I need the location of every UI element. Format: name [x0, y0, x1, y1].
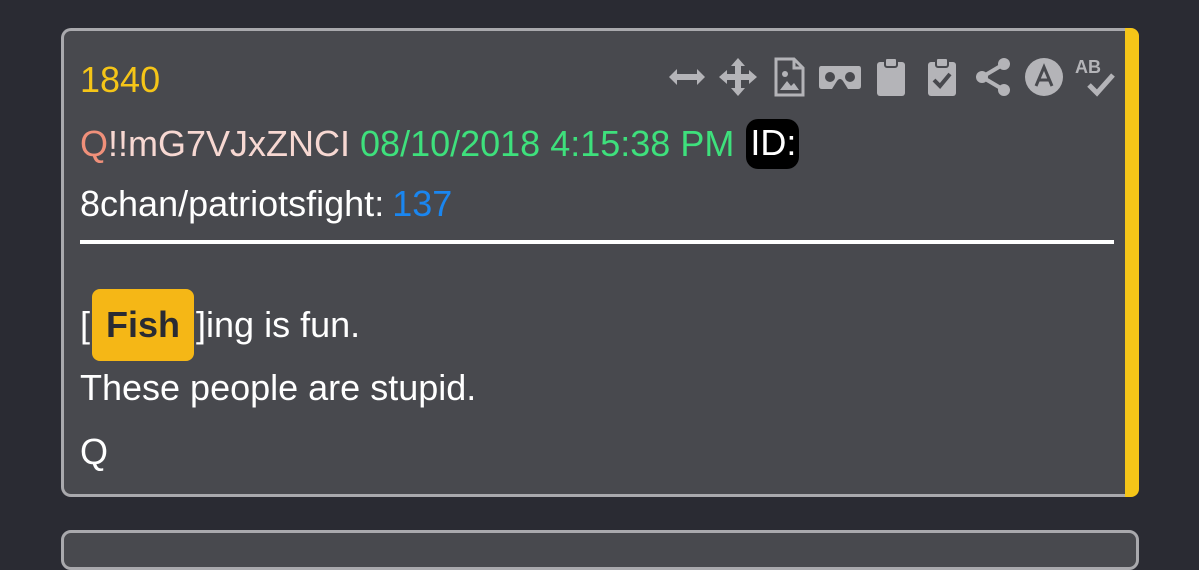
clipboard-check-icon[interactable] [920, 55, 964, 99]
resize-horizontal-icon[interactable] [665, 55, 709, 99]
board-line: 8chan/patriotsfight: 137 [80, 183, 452, 225]
post-body-line-2: These people are stupid. [80, 367, 477, 408]
post-card: 1840 AB Q !!mG7VJxZNCI 08/10/2018 4:15:3… [61, 28, 1125, 497]
clipboard-icon[interactable] [869, 55, 913, 99]
post-number: 1840 [80, 59, 161, 100]
author-tripcode: !!mG7VJxZNCI [108, 123, 351, 164]
next-post-card [61, 530, 1139, 570]
board-name: 8chan/patriotsfight: [80, 183, 385, 224]
id-badge[interactable]: ID: [746, 119, 800, 169]
post-body-line-1: [Fish]ing is fun. [80, 289, 360, 361]
post-reference-link[interactable]: 137 [392, 183, 452, 224]
bracket-open: [ [80, 304, 91, 345]
post-accent-bar [1125, 28, 1139, 497]
circle-a-icon[interactable] [1022, 55, 1066, 99]
share-icon[interactable] [971, 55, 1015, 99]
vr-headset-icon[interactable] [818, 55, 862, 99]
post-signature: Q [80, 431, 109, 472]
body-text-1: ]ing is fun. [196, 304, 361, 345]
svg-text:AB: AB [1075, 57, 1101, 77]
post-timestamp: 08/10/2018 4:15:38 PM [360, 123, 735, 164]
divider [80, 240, 1114, 244]
post-toolbar: AB [665, 55, 1124, 99]
highlight-badge: Fish [92, 289, 195, 361]
spellcheck-icon[interactable]: AB [1073, 55, 1117, 99]
move-icon[interactable] [716, 55, 760, 99]
image-file-icon[interactable] [767, 55, 811, 99]
post-meta: Q !!mG7VJxZNCI 08/10/2018 4:15:38 PM ID: [80, 119, 800, 169]
author-name: Q [80, 123, 109, 164]
